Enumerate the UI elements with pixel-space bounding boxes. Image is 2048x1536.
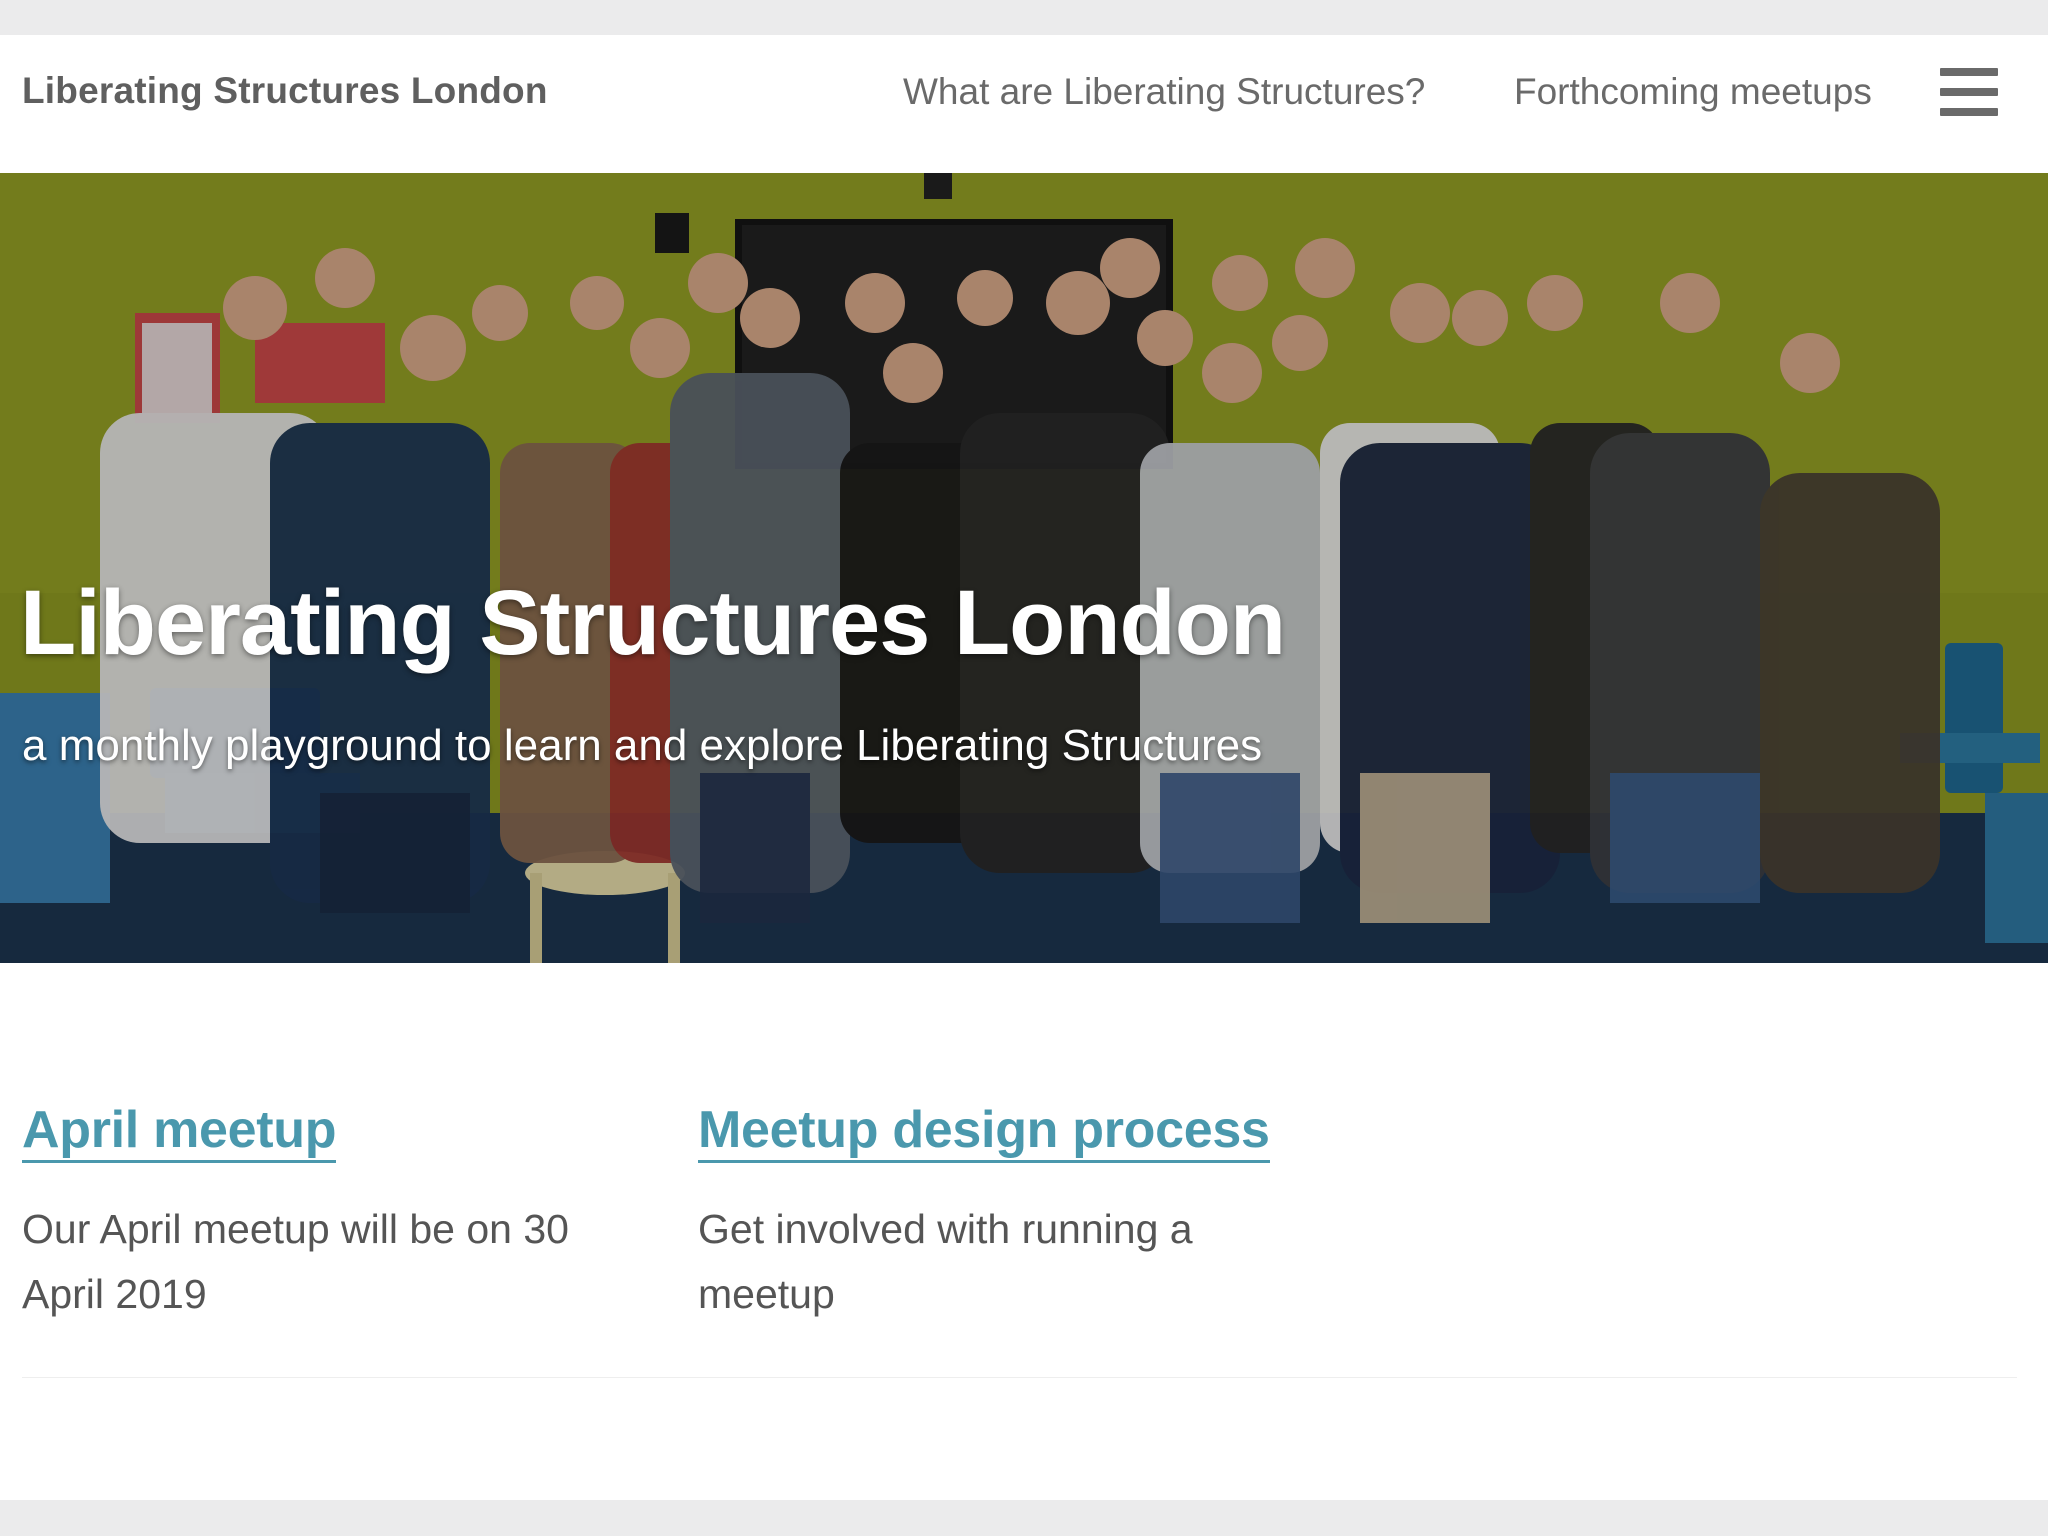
hero-title: Liberating Structures London — [20, 572, 1286, 674]
hamburger-bar — [1940, 88, 1998, 96]
post-list: April meetup Our April meetup will be on… — [0, 963, 2048, 1500]
hamburger-bar — [1940, 108, 1998, 116]
hero-overlay — [0, 173, 2048, 963]
post-summary: Get involved with running a meetup — [698, 1206, 1193, 1317]
post-title-link[interactable]: April meetup — [22, 1100, 337, 1163]
site-title-link[interactable]: Liberating Structures London — [22, 70, 548, 112]
content-divider — [22, 1377, 2017, 1378]
site-header: Liberating Structures London What are Li… — [0, 35, 2048, 173]
post-card: April meetup Our April meetup will be on… — [22, 1100, 642, 1327]
nav-link-what-are-ls[interactable]: What are Liberating Structures? — [903, 71, 1425, 113]
hamburger-bar — [1940, 68, 1998, 76]
post-card: Meetup design process Get involved with … — [698, 1100, 1318, 1327]
post-title-link[interactable]: Meetup design process — [698, 1100, 1270, 1163]
hamburger-menu-icon[interactable] — [1940, 68, 1998, 116]
nav-link-forthcoming-meetups[interactable]: Forthcoming meetups — [1514, 71, 1872, 113]
post-summary: Our April meetup will be on 30 April 201… — [22, 1206, 569, 1317]
page: Liberating Structures London What are Li… — [0, 0, 2048, 1536]
hero-subtitle: a monthly playground to learn and explor… — [22, 721, 1263, 770]
hero-banner: Liberating Structures London a monthly p… — [0, 173, 2048, 963]
